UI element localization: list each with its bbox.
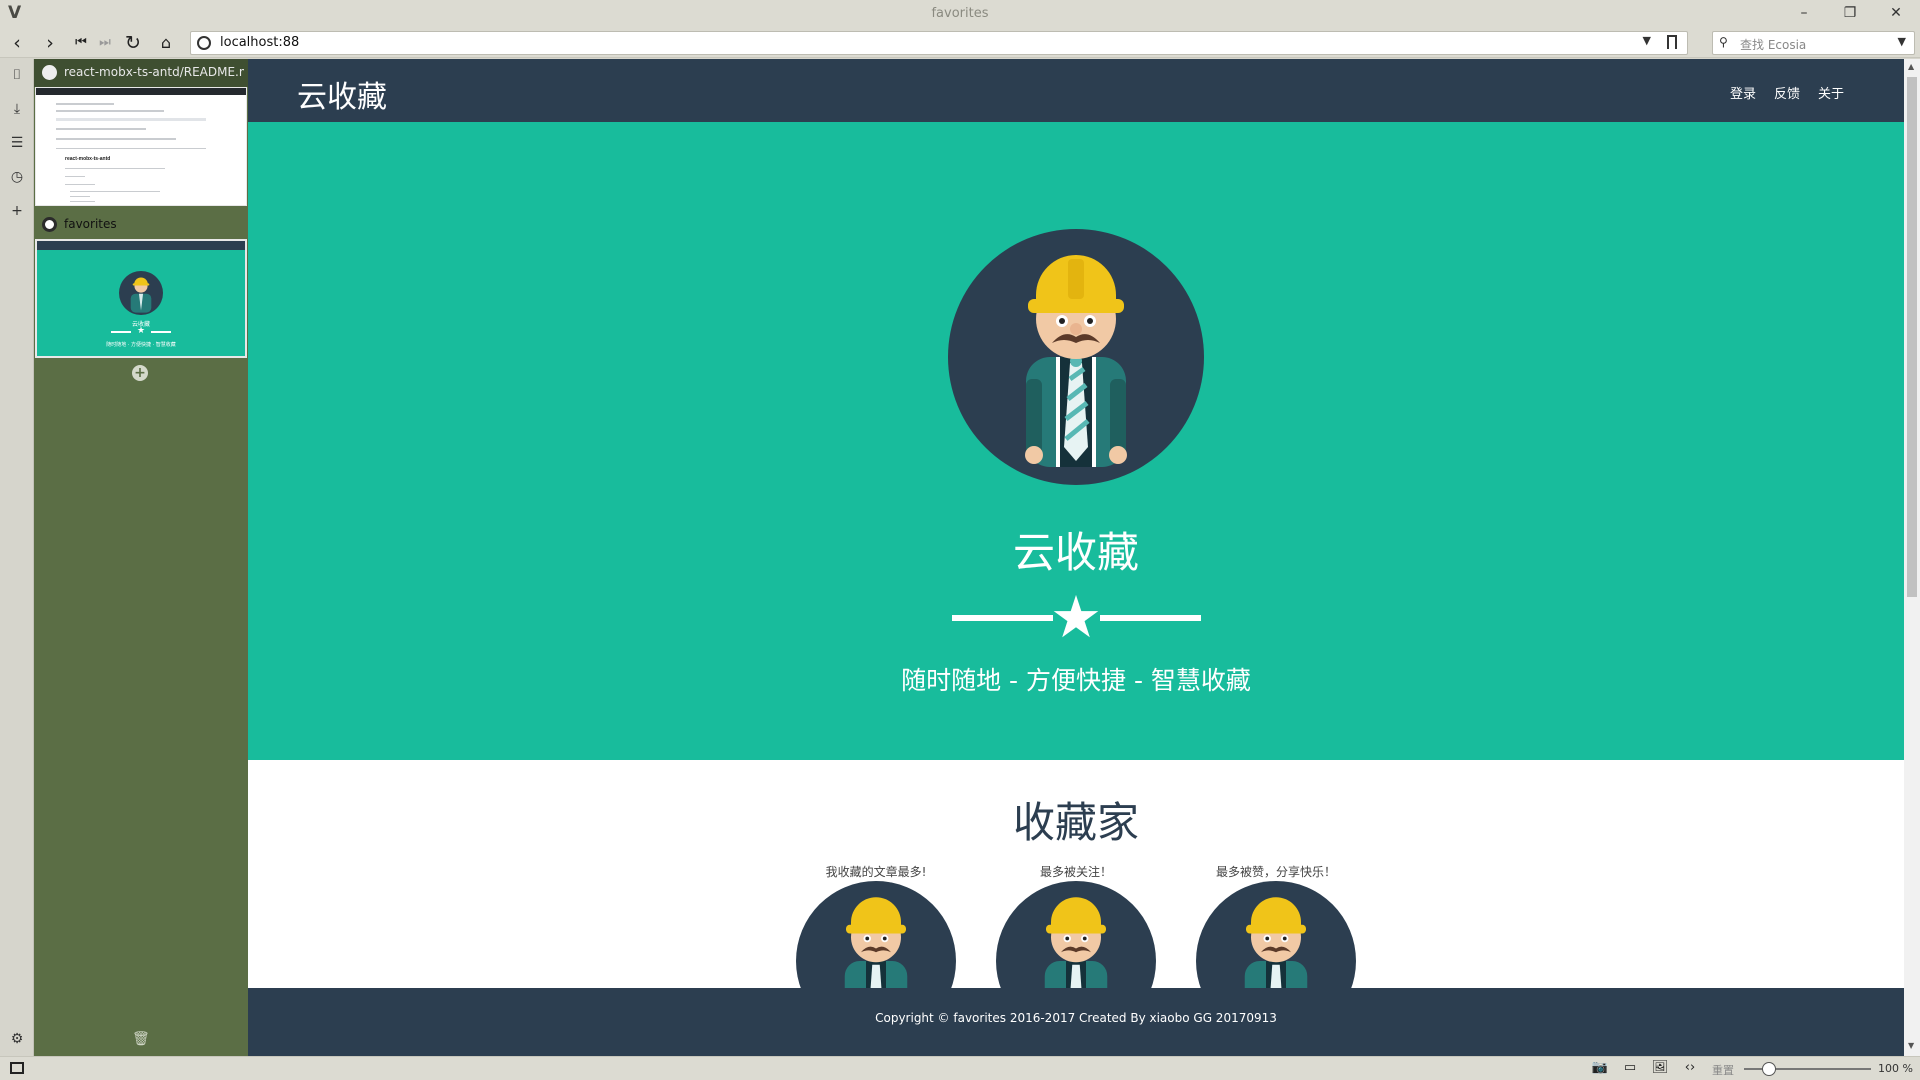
downloads-panel-icon[interactable]: ⤓ <box>7 99 27 119</box>
trash-icon[interactable]: 🗑 <box>132 1031 150 1049</box>
status-bar: 📷 ▭ 🖼 ‹› 重置 100 % <box>0 1056 1920 1080</box>
tab-title: react-mobx-ts-antd/README.md <box>64 65 244 79</box>
bookmarks-panel-icon[interactable]: ⌷ <box>7 65 27 85</box>
notes-panel-icon[interactable]: ☰ <box>7 133 27 153</box>
zoom-reset-button[interactable]: 重置 <box>1712 1062 1734 1078</box>
search-field[interactable]: ⚲ 查找 Ecosia ▼ <box>1712 31 1915 55</box>
scroll-up-icon[interactable]: ▲ <box>1908 62 1914 71</box>
history-panel-icon[interactable]: ◷ <box>7 167 27 187</box>
reload-icon[interactable]: ↻ <box>120 31 146 55</box>
rewind-icon[interactable]: ⏮ <box>68 31 94 55</box>
nav-feedback[interactable]: 反馈 <box>1774 83 1800 102</box>
hero-divider-left <box>952 615 1053 621</box>
add-panel-icon[interactable]: + <box>7 201 27 221</box>
thumb-readme-heading: react-mobx-ts-antd <box>65 156 111 162</box>
back-icon[interactable]: ‹ <box>4 31 30 55</box>
site-brand[interactable]: 云收藏 <box>297 72 387 116</box>
thumb-avatar <box>119 271 163 315</box>
page-actions-icon[interactable]: ‹› <box>1680 1060 1700 1078</box>
search-icon: ⚲ <box>1719 35 1728 49</box>
search-engine-dropdown-icon[interactable]: ▼ <box>1898 35 1906 48</box>
restore-icon[interactable]: ❐ <box>1830 2 1870 24</box>
window-title: favorites <box>931 6 989 21</box>
thumb-subtitle: 随时随地 · 方便快捷 · 智慧收藏 <box>106 342 176 348</box>
capture-icon[interactable]: 📷 <box>1590 1060 1610 1078</box>
home-icon[interactable]: ⌂ <box>153 31 179 55</box>
thumb-star-icon: ★ <box>136 326 146 336</box>
site-info-icon[interactable] <box>197 36 211 50</box>
footer-copyright: Copyright © favorites 2016-2017 Created … <box>875 1011 1277 1025</box>
tab-github-readme[interactable]: react-mobx-ts-antd/README.md <box>34 59 248 87</box>
thumb-divider-right <box>151 331 171 333</box>
tab-title: favorites <box>64 217 117 231</box>
tab-thumbnail-readme[interactable]: react-mobx-ts-antd <box>35 87 247 206</box>
url-text[interactable]: localhost:88 <box>220 35 299 50</box>
title-bar: V favorites – ❐ ✕ <box>0 0 1920 28</box>
new-tab-icon[interactable]: + <box>132 365 148 381</box>
url-field[interactable]: localhost:88 ▼ <box>190 31 1688 55</box>
site-footer: Copyright © favorites 2016-2017 Created … <box>248 988 1904 1056</box>
scrollbar-thumb[interactable] <box>1907 77 1917 597</box>
hero-title: 云收藏 <box>1012 528 1139 577</box>
minimize-icon[interactable]: – <box>1784 2 1824 24</box>
hero-subtitle: 随时随地 - 方便快捷 - 智慧收藏 <box>901 666 1251 695</box>
nav-about[interactable]: 关于 <box>1818 83 1844 102</box>
collector-caption: 我收藏的文章最多! <box>825 865 927 879</box>
tab-thumbnail-favorites[interactable]: 云收藏 ★ 随时随地 · 方便快捷 · 智慧收藏 <box>35 239 247 358</box>
collectors-title: 收藏家 <box>1012 798 1139 847</box>
page-scrollbar[interactable]: ▲ ▼ <box>1904 59 1920 1056</box>
zoom-value: 100 % <box>1878 1062 1913 1075</box>
web-page: 云收藏 登录 反馈 关于 云收藏 ★ 随时随地 - 方便快捷 - 智慧收藏 收藏… <box>248 59 1904 1056</box>
github-favicon-icon <box>42 65 57 80</box>
tab-favorites[interactable]: favorites <box>34 211 248 239</box>
close-icon[interactable]: ✕ <box>1876 2 1916 24</box>
nav-login[interactable]: 登录 <box>1730 83 1756 102</box>
tiling-icon[interactable]: ▭ <box>1620 1060 1640 1078</box>
hero-avatar <box>948 229 1204 485</box>
globe-favicon-icon <box>42 217 57 232</box>
address-toolbar: ‹ › ⏮ ⏭ ↻ ⌂ localhost:88 ▼ ⚲ 查找 Ecosia ▼ <box>0 28 1920 58</box>
images-icon[interactable]: 🖼 <box>1650 1060 1670 1078</box>
forward-icon[interactable]: › <box>37 31 63 55</box>
fast-forward-icon[interactable]: ⏭ <box>92 31 118 55</box>
site-navbar: 云收藏 登录 反馈 关于 <box>248 59 1904 122</box>
collector-caption: 最多被赞，分享快乐！ <box>1215 865 1336 879</box>
search-placeholder[interactable]: 查找 Ecosia <box>1740 36 1806 53</box>
url-history-dropdown-icon[interactable]: ▼ <box>1643 34 1651 47</box>
bookmark-icon[interactable] <box>1667 35 1677 49</box>
hero-divider-right <box>1100 615 1201 621</box>
panel-toggle-icon[interactable] <box>10 1062 24 1074</box>
tab-panel: react-mobx-ts-antd/README.md react-mobx-… <box>34 59 248 1056</box>
collector-caption: 最多被关注！ <box>1039 865 1112 879</box>
zoom-slider-handle[interactable] <box>1762 1062 1776 1076</box>
scroll-down-icon[interactable]: ▼ <box>1908 1041 1914 1050</box>
side-panel-bar: ⌷ ⤓ ☰ ◷ + ⚙ <box>0 59 34 1056</box>
settings-icon[interactable]: ⚙ <box>7 1029 27 1049</box>
